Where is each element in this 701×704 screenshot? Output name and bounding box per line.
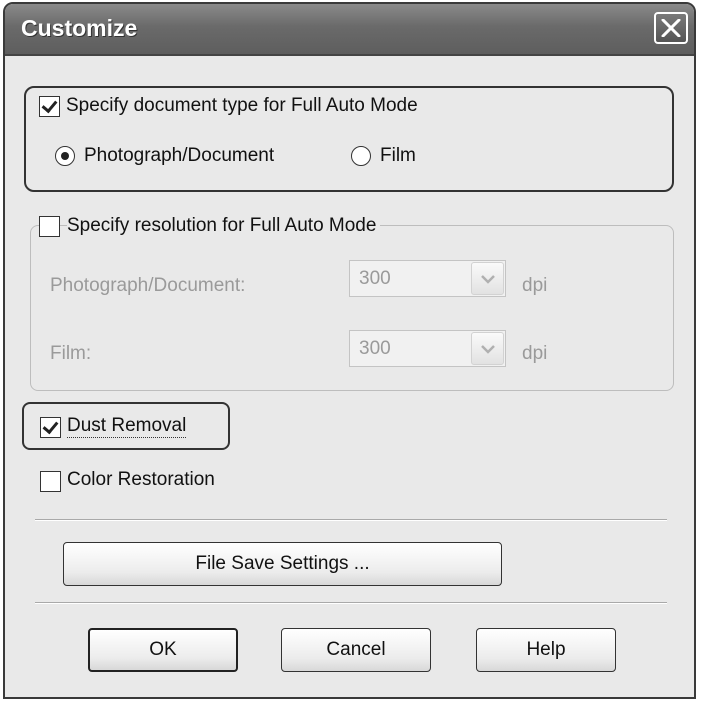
film-dpi-unit: dpi (522, 343, 548, 364)
chevron-down-icon (481, 275, 495, 284)
specify-document-type-label[interactable]: Specify document type for Full Auto Mode (66, 95, 418, 117)
dropdown-arrow-button[interactable] (471, 262, 504, 295)
close-icon (661, 19, 681, 37)
photograph-document-radio-label[interactable]: Photograph/Document (84, 145, 274, 167)
separator (35, 519, 667, 521)
color-restoration-label[interactable]: Color Restoration (67, 469, 215, 491)
title-bar[interactable]: Customize (5, 4, 694, 56)
file-save-settings-button[interactable]: File Save Settings ... (63, 542, 502, 586)
photograph-document-resolution-select[interactable]: 300 (349, 260, 506, 297)
chevron-down-icon (481, 345, 495, 354)
film-resolution-select[interactable]: 300 (349, 330, 506, 367)
help-button[interactable]: Help (476, 628, 616, 672)
color-restoration-checkbox[interactable] (40, 471, 61, 492)
dust-removal-label[interactable]: Dust Removal (67, 415, 187, 438)
customize-dialog: Customize Specify document type for Full… (3, 2, 696, 699)
window-title: Customize (21, 15, 138, 41)
photograph-document-resolution-label: Photograph/Document: (50, 275, 246, 296)
photograph-document-radio[interactable] (55, 146, 75, 166)
photograph-document-resolution-value: 300 (359, 268, 391, 289)
film-resolution-value: 300 (359, 338, 391, 359)
dust-removal-checkbox[interactable] (40, 417, 61, 438)
photograph-document-dpi-unit: dpi (522, 275, 548, 296)
cancel-button[interactable]: Cancel (281, 628, 431, 672)
film-radio-label[interactable]: Film (380, 145, 416, 167)
specify-resolution-label[interactable]: Specify resolution for Full Auto Mode (67, 215, 381, 237)
film-resolution-label: Film: (50, 343, 92, 364)
close-button[interactable] (654, 12, 688, 44)
specify-document-type-checkbox[interactable] (39, 96, 60, 117)
dropdown-arrow-button[interactable] (471, 332, 504, 365)
film-radio[interactable] (351, 146, 371, 166)
separator (35, 602, 667, 604)
ok-button[interactable]: OK (88, 628, 238, 672)
specify-resolution-checkbox[interactable] (39, 216, 60, 237)
